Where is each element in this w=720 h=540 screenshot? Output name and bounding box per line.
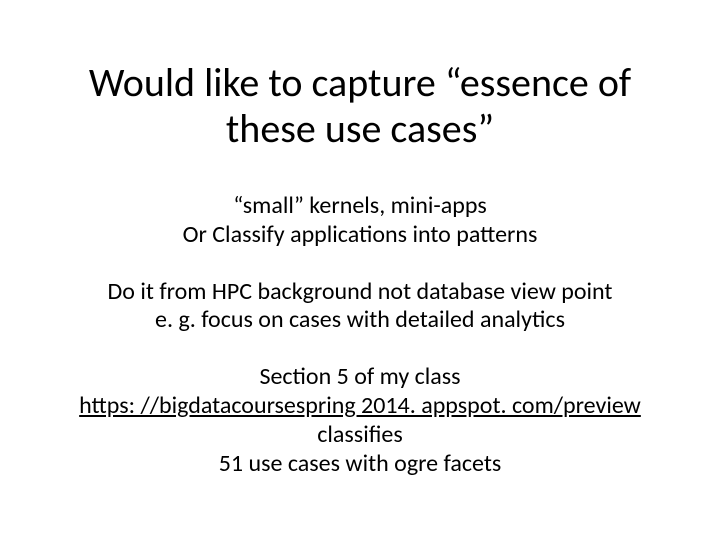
slide: Would like to capture “essence of these … [0,0,720,540]
description-line-2: e. g. focus on cases with detailed analy… [155,305,565,334]
description-block: Do it from HPC background not database v… [50,278,670,336]
reference-line-3: 51 use cases with ogre facets [219,449,502,478]
subtitle-block: “small” kernels, mini-apps Or Classify a… [50,192,670,250]
subtitle-line-1: “small” kernels, mini-apps [233,191,486,220]
slide-title: Would like to capture “essence of these … [50,60,670,152]
description-line-1: Do it from HPC background not database v… [108,277,613,306]
reference-after-link: classifies [317,420,402,449]
reference-link[interactable]: https: //bigdatacoursespring 2014. appsp… [79,391,641,420]
reference-block: Section 5 of my class https: //bigdataco… [50,363,670,478]
reference-line-1: Section 5 of my class [259,362,460,391]
subtitle-line-2: Or Classify applications into patterns [183,220,538,249]
